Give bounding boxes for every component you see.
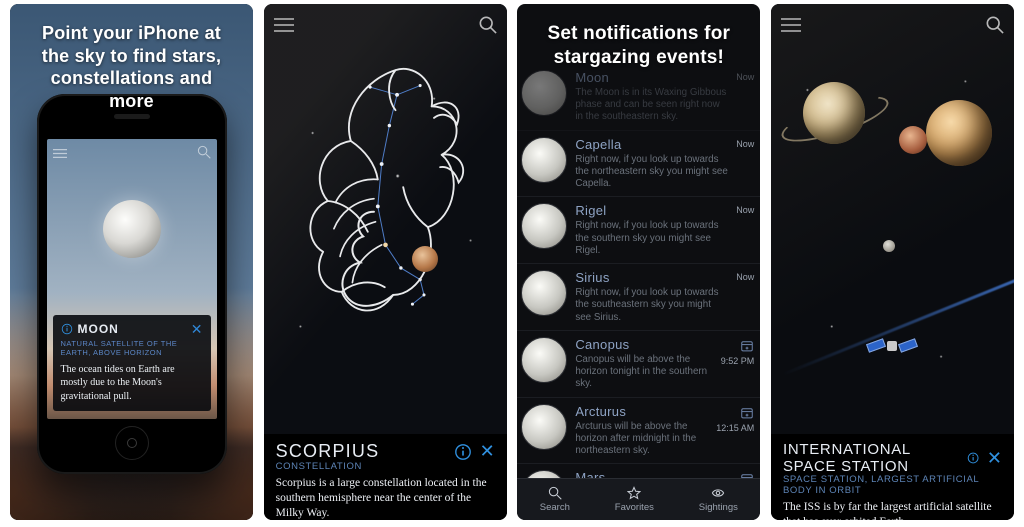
iss-object[interactable] [867, 334, 917, 358]
moon-object[interactable] [103, 200, 161, 258]
phone-screen: MOON ✕ NATURAL SATELLITE OF THE EARTH, A… [47, 139, 217, 419]
time-badge: Now [736, 139, 754, 149]
list-item[interactable]: Capella Right now, if you look up towards… [517, 131, 760, 198]
caption-description: Scorpius is a large constellation locate… [276, 476, 495, 520]
object-detail: Canopus will be above the horizon tonigh… [575, 354, 712, 391]
list-item[interactable]: Canopus Canopus will be above the horizon… [517, 331, 760, 398]
object-name: Arcturus [575, 404, 708, 419]
object-thumbnail [521, 137, 567, 183]
menu-icon[interactable] [53, 146, 67, 164]
tab-search[interactable]: Search [540, 486, 570, 513]
object-detail: Arcturus will be above the horizon after… [575, 421, 708, 458]
object-thumbnail [521, 203, 567, 249]
iss-trail [783, 275, 1014, 375]
object-detail: The Moon is in its Waxing Gibbous phase … [575, 87, 728, 124]
screenshot-4: INTERNATIONAL SPACE STATION ✕ SPACE STAT… [771, 4, 1014, 520]
tab-search-label: Search [540, 502, 570, 513]
time-badge: Now [736, 205, 754, 215]
object-thumbnail [521, 270, 567, 316]
tab-sightings[interactable]: Sightings [699, 486, 738, 513]
object-thumbnail [521, 404, 567, 450]
phone-frame: MOON ✕ NATURAL SATELLITE OF THE EARTH, A… [37, 94, 227, 474]
object-name: Capella [575, 137, 728, 152]
planet-saturn[interactable] [803, 82, 865, 144]
caption-subtitle: CONSTELLATION [276, 461, 495, 472]
object-title: MOON [78, 322, 119, 336]
tab-sightings-label: Sightings [699, 502, 738, 513]
planet-mercury[interactable] [883, 240, 895, 252]
caption-panel-4: INTERNATIONAL SPACE STATION ✕ SPACE STAT… [771, 434, 1014, 520]
home-button[interactable] [115, 426, 149, 460]
caption-title: INTERNATIONAL SPACE STATION [783, 441, 959, 475]
screenshot-2: SCORPIUS ✕ CONSTELLATION Scorpius is a l… [264, 4, 507, 520]
headline-3: Set notifications for stargazing events! [517, 22, 760, 70]
caption-title: SCORPIUS [276, 441, 380, 462]
object-detail: Right now, if you look up towards the so… [575, 220, 728, 257]
tab-bar: Search Favorites Sightings [517, 478, 760, 520]
object-thumbnail [521, 470, 567, 478]
object-detail: Right now, if you look up towards the no… [575, 154, 728, 191]
object-thumbnail [521, 70, 567, 116]
headline-1: Point your iPhone at the sky to find sta… [10, 22, 253, 112]
info-icon[interactable] [61, 323, 73, 335]
object-info-panel: MOON ✕ NATURAL SATELLITE OF THE EARTH, A… [53, 315, 211, 412]
phone-speaker [114, 114, 150, 119]
object-detail: Right now, if you look up towards the so… [575, 287, 728, 324]
search-icon[interactable] [986, 16, 1004, 39]
list-item[interactable]: Sirius Right now, if you look up towards … [517, 264, 760, 331]
time-badge: 9:52 PM [721, 356, 755, 366]
screenshot-1: Point your iPhone at the sky to find sta… [10, 4, 253, 520]
list-item[interactable]: Rigel Right now, if you look up towards t… [517, 197, 760, 264]
list-item[interactable]: MarsPlanet Mars will be above the horizo… [517, 464, 760, 478]
object-name: Sirius [575, 270, 728, 285]
time-badge: Now [736, 72, 754, 82]
time-badge: 12:15 AM [716, 423, 754, 433]
menu-icon[interactable] [274, 18, 294, 37]
close-icon[interactable]: ✕ [191, 321, 203, 338]
object-name: Mars [575, 470, 713, 478]
star-antares[interactable] [412, 246, 438, 272]
time-badge: Now [736, 272, 754, 282]
sightings-list[interactable]: Moon The Moon is in its Waxing Gibbous ph… [517, 64, 760, 478]
list-item[interactable]: Arcturus Arcturus will be above the horiz… [517, 398, 760, 465]
search-icon[interactable] [479, 16, 497, 39]
search-icon[interactable] [197, 145, 211, 164]
sky-view[interactable] [264, 4, 507, 434]
object-subtitle: NATURAL SATELLITE OF THE EARTH, ABOVE HO… [61, 339, 203, 357]
close-icon[interactable]: ✕ [987, 448, 1002, 469]
caption-subtitle: SPACE STATION, LARGEST ARTIFICIAL BODY I… [783, 474, 1002, 496]
caption-panel-2: SCORPIUS ✕ CONSTELLATION Scorpius is a l… [264, 434, 507, 520]
planet-venus[interactable] [926, 100, 992, 166]
object-name: Moon [575, 70, 728, 85]
object-description: The ocean tides on Earth are mostly due … [61, 363, 203, 404]
caption-description: The ISS is by far the largest artificial… [783, 500, 1002, 520]
screenshot-3: Set notifications for stargazing events!… [517, 4, 760, 520]
object-thumbnail [521, 337, 567, 383]
planet-mars[interactable] [899, 126, 927, 154]
close-icon[interactable]: ✕ [480, 441, 495, 462]
object-name: Rigel [575, 203, 728, 218]
list-item[interactable]: Moon The Moon is in its Waxing Gibbous ph… [517, 64, 760, 131]
object-name: Canopus [575, 337, 712, 352]
menu-icon[interactable] [781, 18, 801, 37]
info-icon[interactable] [967, 449, 979, 467]
sky-view[interactable] [771, 4, 1014, 434]
constellation-scorpius[interactable] [282, 64, 489, 318]
info-icon[interactable] [454, 443, 472, 461]
tab-favorites-label: Favorites [615, 502, 654, 513]
tab-favorites[interactable]: Favorites [615, 486, 654, 513]
